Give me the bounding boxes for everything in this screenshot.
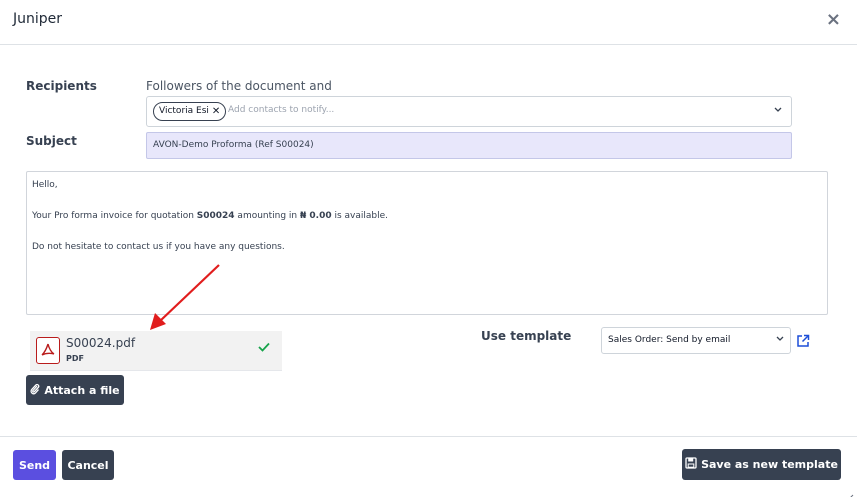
attachment-filename[interactable]: S00024.pdf [66,336,135,350]
resize-handle-icon[interactable] [846,486,854,497]
check-icon [258,341,270,356]
recipients-placeholder[interactable]: Add contacts to notify... [228,105,334,115]
message-body-editor[interactable]: Hello, Your Pro forma invoice for quotat… [26,171,828,315]
body-line-prefix: Your Pro forma invoice for quotation [32,211,197,221]
dialog-title: Juniper [13,11,63,27]
save-as-template-label: Save as new template [701,458,838,471]
recipients-label: Recipients [26,79,97,93]
recipient-tag: Victoria Esi ✕ [153,102,227,121]
pdf-icon [36,337,60,364]
send-button[interactable]: Send [13,450,56,480]
recipient-tag-label: Victoria Esi [159,106,209,116]
dialog-header: Juniper × [0,0,857,45]
body-amount: ₦ 0.00 [300,211,332,221]
body-quotation-ref: S00024 [196,211,235,221]
template-selected-value: Sales Order: Send by email [608,335,731,345]
chevron-down-icon[interactable] [774,106,782,116]
body-greeting: Hello, [32,180,58,190]
subject-input[interactable]: AVON-Demo Proforma (Ref S00024) [146,132,792,159]
attachment-filetype: PDF [66,354,84,363]
chevron-down-icon [776,328,784,353]
cancel-button[interactable]: Cancel [62,450,114,480]
followers-text: Followers of the document and [146,79,332,93]
body-line-contact: Do not hesitate to contact us if you hav… [32,242,285,252]
external-link-icon[interactable] [796,333,810,347]
template-select[interactable]: Sales Order: Send by email [601,327,791,354]
save-as-template-button[interactable]: Save as new template [682,449,841,480]
floppy-disk-icon [685,457,697,472]
remove-tag-icon[interactable]: ✕ [212,104,220,119]
body-line-mid: amounting in [234,211,300,221]
paperclip-icon [30,383,40,398]
close-icon[interactable]: × [826,9,841,30]
recipients-input[interactable]: Victoria Esi ✕ Add contacts to notify... [146,96,792,127]
attach-file-button[interactable]: Attach a file [26,375,124,405]
attach-file-label: Attach a file [44,383,120,397]
body-line-invoice: Your Pro forma invoice for quotation S00… [32,210,388,222]
subject-label: Subject [26,134,77,148]
attachment-item[interactable]: S00024.pdf PDF [30,331,282,371]
use-template-label: Use template [481,329,572,343]
body-line-suffix: is available. [331,211,389,221]
